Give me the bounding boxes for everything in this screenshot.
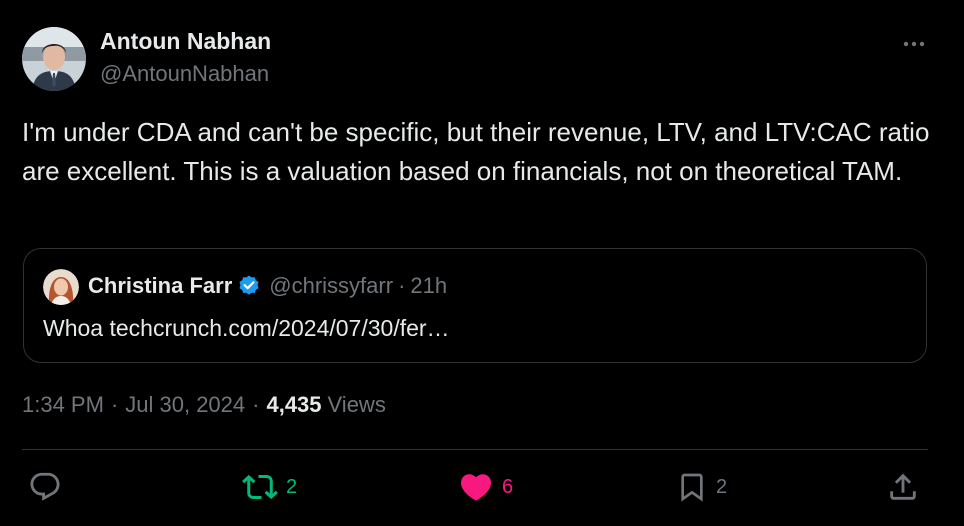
views-count: 4,435 <box>266 392 322 417</box>
reply-icon <box>30 472 60 501</box>
author-handle[interactable]: @AntounNabhan <box>100 61 269 87</box>
tweet-text: I'm under CDA and can't be specific, but… <box>22 117 930 186</box>
meta-separator: · <box>110 392 119 417</box>
repost-count: 2 <box>286 475 298 498</box>
like-count: 6 <box>502 475 514 498</box>
bookmark-button[interactable]: 2 <box>676 467 727 507</box>
meta-separator: · <box>252 392 260 417</box>
views-label: Views <box>327 392 386 417</box>
like-button[interactable]: 6 <box>458 467 513 507</box>
tweet-date[interactable]: Jul 30, 2024 <box>125 392 245 418</box>
verified-badge-icon <box>237 274 261 298</box>
tweet-time[interactable]: 1:34 PM <box>22 392 104 418</box>
author-name[interactable]: Antoun Nabhan <box>100 28 271 55</box>
repost-icon <box>242 474 278 500</box>
quote-separator: · <box>398 273 406 298</box>
quote-avatar[interactable] <box>43 269 79 305</box>
reply-button[interactable] <box>28 467 70 507</box>
quote-author-name[interactable]: Christina Farr <box>88 273 232 299</box>
divider <box>22 449 928 450</box>
quote-text: Whoa techcrunch.com/2024/07/30/fer… <box>43 315 450 341</box>
quote-author-handle[interactable]: @chrissyfarr <box>269 273 393 299</box>
tweet: Antoun Nabhan @AntounNabhan I'm under CD… <box>0 0 964 526</box>
more-options-button[interactable] <box>896 30 932 58</box>
quote-header: Christina Farr @chrissyfarr · 21h <box>88 273 447 299</box>
quoted-tweet[interactable]: Christina Farr @chrissyfarr · 21h Whoa t… <box>23 248 927 363</box>
tweet-meta: 1:34 PM · Jul 30, 2024 · 4,435 Views <box>22 392 386 418</box>
heart-icon <box>460 474 492 501</box>
bookmark-count: 2 <box>716 475 728 498</box>
quote-timestamp[interactable]: 21h <box>410 273 447 299</box>
repost-button[interactable]: 2 <box>242 467 297 507</box>
bookmark-icon <box>681 473 703 502</box>
author-avatar[interactable] <box>22 27 86 91</box>
share-button[interactable] <box>886 467 928 507</box>
more-dots-icon <box>903 41 925 47</box>
share-icon <box>890 473 916 500</box>
